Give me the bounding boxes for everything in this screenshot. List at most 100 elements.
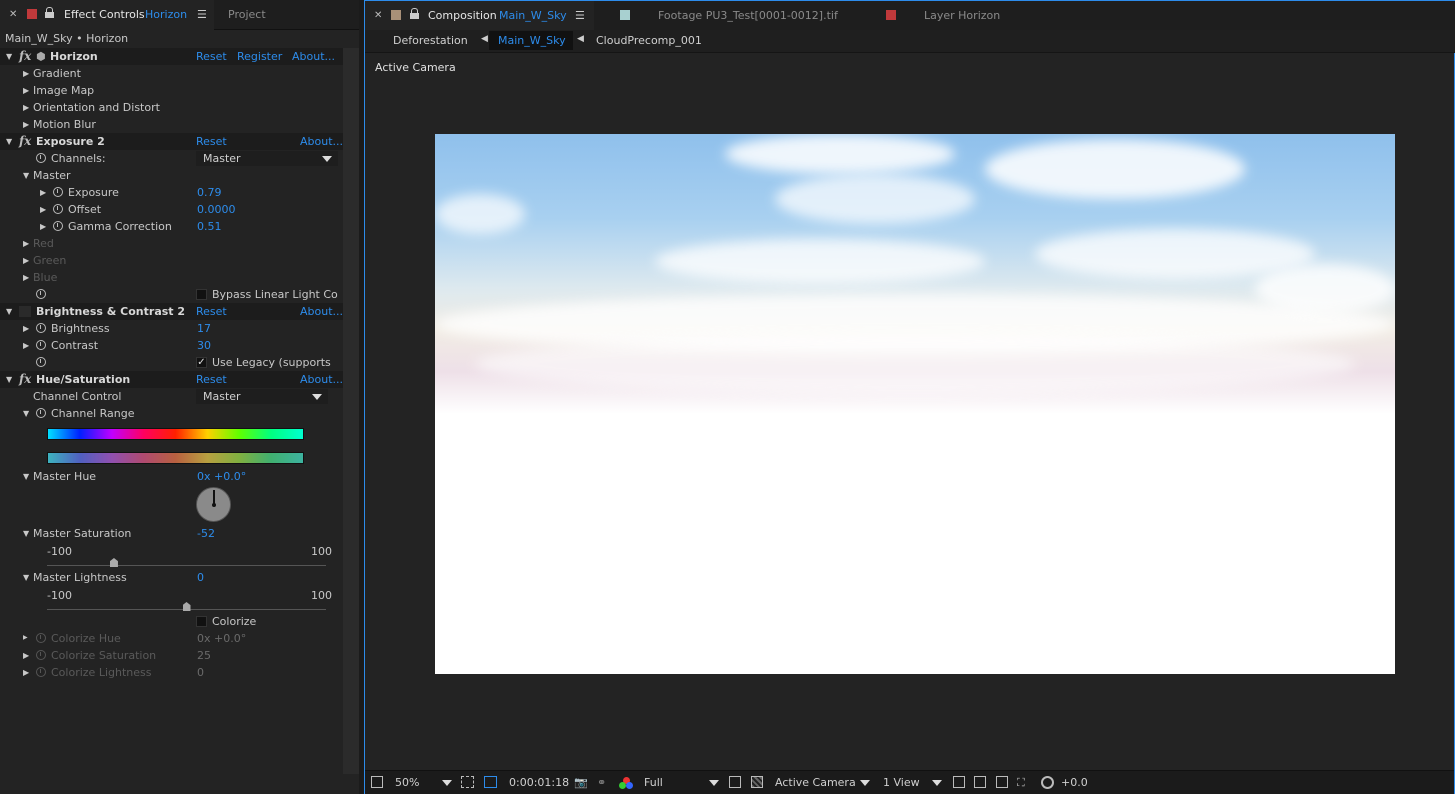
expand-triangle-icon[interactable]: ▶ — [40, 222, 46, 231]
bypass-checkbox[interactable] — [196, 289, 207, 300]
composition-frame[interactable] — [435, 134, 1395, 674]
effect-huesat-header[interactable]: ▼ fx Hue/Saturation Reset About... — [0, 371, 343, 388]
reset-button[interactable]: Reset — [196, 373, 227, 386]
lightness-slider-thumb[interactable] — [182, 602, 191, 611]
flow-item[interactable]: CloudPrecomp_001 — [596, 34, 702, 47]
stopwatch-icon[interactable] — [36, 289, 46, 299]
expand-triangle-icon[interactable]: ▶ — [23, 341, 29, 350]
stopwatch-icon[interactable] — [36, 340, 46, 350]
brightness-value[interactable]: 17 — [197, 322, 211, 335]
collapse-triangle-icon[interactable]: ▼ — [6, 137, 12, 146]
offset-value[interactable]: 0.0000 — [197, 203, 236, 216]
lock-icon[interactable] — [45, 7, 54, 19]
about-button[interactable]: About... — [300, 373, 343, 386]
group-orientation[interactable]: ▶ Orientation and Distort — [0, 99, 343, 116]
colorize-checkbox[interactable] — [196, 616, 207, 627]
tab-footage[interactable]: Footage PU3_Test[0001-0012].tif — [658, 9, 838, 22]
flowchart-icon[interactable]: ⛶ — [1017, 776, 1025, 790]
expand-triangle-icon[interactable]: ▶ — [23, 69, 29, 78]
stopwatch-icon[interactable] — [53, 204, 63, 214]
tab-composition[interactable]: ✕ Composition Main_W_Sky ☰ — [365, 1, 594, 30]
reset-button[interactable]: Reset — [196, 135, 227, 148]
always-preview-icon[interactable] — [371, 776, 383, 788]
close-icon[interactable]: ✕ — [9, 9, 17, 20]
collapse-triangle-icon[interactable]: ▼ — [23, 529, 29, 538]
panel-menu-icon[interactable]: ☰ — [575, 9, 585, 22]
tab-layer[interactable]: Layer Horizon — [924, 9, 1000, 22]
expand-triangle-icon[interactable]: ▶ — [23, 324, 29, 333]
flow-item[interactable]: Deforestation — [393, 34, 468, 47]
saturation-slider-thumb[interactable] — [109, 558, 118, 567]
expand-triangle-icon[interactable]: ▶ — [23, 86, 29, 95]
fx-icon[interactable]: fx — [19, 372, 31, 386]
view-value[interactable]: Active Camera — [775, 776, 856, 789]
effect-exposure-header[interactable]: ▼ fx Exposure 2 Reset About... — [0, 133, 343, 150]
stopwatch-icon[interactable] — [53, 187, 63, 197]
chevron-down-icon[interactable] — [860, 780, 870, 786]
tab-effect-controls[interactable]: ✕ Effect Controls Horizon ☰ — [0, 0, 214, 30]
channel-control-dropdown[interactable]: Master — [196, 389, 328, 404]
collapse-triangle-icon[interactable]: ▼ — [23, 573, 29, 582]
channel-range-bottom-bar[interactable] — [47, 452, 304, 464]
exposure-value[interactable]: +0.0 — [1061, 776, 1088, 789]
reset-button[interactable]: Reset — [196, 305, 227, 318]
reset-exposure-icon[interactable] — [1041, 776, 1054, 789]
camera-icon[interactable]: 📷 — [574, 776, 588, 789]
layout-value[interactable]: 1 View — [883, 776, 920, 789]
collapse-triangle-icon[interactable]: ▼ — [6, 52, 12, 61]
group-gradient[interactable]: ▶ Gradient — [0, 65, 343, 82]
collapse-triangle-icon[interactable]: ▼ — [23, 409, 29, 418]
scrollbar[interactable] — [343, 48, 359, 774]
effect-horizon-header[interactable]: ▼ fx ⬢ Horizon Reset Register About... — [0, 48, 343, 65]
fast-draft-icon[interactable] — [974, 776, 986, 788]
effect-brightness-header[interactable]: ▼ Brightness & Contrast 2 Reset About... — [0, 303, 343, 320]
region-of-interest-icon[interactable] — [461, 776, 474, 788]
stopwatch-icon[interactable] — [36, 357, 46, 367]
tab-project[interactable]: Project — [228, 8, 266, 21]
chevron-down-icon[interactable] — [442, 780, 452, 786]
fx-icon[interactable]: fx — [19, 49, 31, 63]
fx-toggle-icon[interactable] — [19, 306, 31, 317]
exposure-value[interactable]: 0.79 — [197, 186, 222, 199]
chevron-down-icon[interactable] — [932, 780, 942, 786]
master-lightness-value[interactable]: 0 — [197, 571, 204, 584]
timeline-icon[interactable] — [996, 776, 1008, 788]
transparency-checker-icon[interactable] — [751, 776, 763, 788]
fast-previews-icon[interactable] — [729, 776, 741, 788]
collapse-triangle-icon[interactable]: ▼ — [23, 472, 29, 481]
about-button[interactable]: About... — [300, 305, 343, 318]
panel-menu-icon[interactable]: ☰ — [197, 8, 207, 21]
hue-dial[interactable] — [196, 487, 231, 522]
about-button[interactable]: About... — [292, 50, 335, 63]
stopwatch-icon[interactable] — [36, 323, 46, 333]
stopwatch-icon[interactable] — [36, 408, 46, 418]
transparency-grid-icon[interactable] — [484, 776, 497, 788]
chevron-down-icon[interactable] — [709, 780, 719, 786]
channels-dropdown[interactable]: Master — [196, 151, 338, 166]
channel-range-top-bar[interactable] — [47, 428, 304, 440]
register-button[interactable]: Register — [237, 50, 282, 63]
lock-icon[interactable] — [410, 8, 419, 20]
legacy-checkbox[interactable]: ✓ — [196, 357, 207, 368]
collapse-triangle-icon[interactable]: ▼ — [23, 171, 29, 180]
master-saturation-value[interactable]: -52 — [197, 527, 215, 540]
expand-triangle-icon[interactable]: ▶ — [23, 103, 29, 112]
resolution-value[interactable]: Full — [644, 776, 663, 789]
collapse-triangle-icon[interactable]: ▼ — [6, 375, 12, 384]
contrast-value[interactable]: 30 — [197, 339, 211, 352]
composition-viewer[interactable]: Active Camera — [365, 54, 1454, 769]
close-icon[interactable]: ✕ — [374, 10, 382, 21]
master-hue-value[interactable]: 0x +0.0° — [197, 470, 246, 483]
toggle-pixel-aspect-icon[interactable] — [953, 776, 965, 788]
stopwatch-icon[interactable] — [36, 153, 46, 163]
group-motion-blur[interactable]: ▶ Motion Blur — [0, 116, 343, 133]
gamma-value[interactable]: 0.51 — [197, 220, 222, 233]
zoom-value[interactable]: 50% — [395, 776, 419, 789]
expand-triangle-icon[interactable]: ▶ — [23, 120, 29, 129]
timecode[interactable]: 0:00:01:18 — [509, 776, 569, 789]
saturation-slider-track[interactable] — [47, 565, 326, 566]
about-button[interactable]: About... — [300, 135, 343, 148]
expand-triangle-icon[interactable]: ▶ — [40, 188, 46, 197]
reset-button[interactable]: Reset — [196, 50, 227, 63]
collapse-triangle-icon[interactable]: ▼ — [6, 307, 12, 316]
